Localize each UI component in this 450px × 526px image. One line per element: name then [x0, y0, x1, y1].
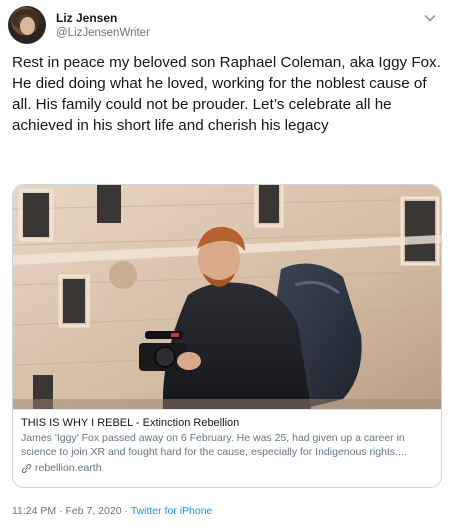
card-description: James 'Iggy' Fox passed away on 6 Februa… [21, 432, 407, 458]
tweet-header: Liz Jensen @LizJensenWriter [8, 6, 442, 46]
card-title[interactable]: THIS IS WHY I REBEL - Extinction Rebelli… [21, 416, 433, 430]
chevron-down-icon[interactable] [422, 10, 438, 26]
tweet-source-link[interactable]: Twitter for iPhone [131, 505, 213, 517]
card-meta[interactable]: THIS IS WHY I REBEL - Extinction Rebelli… [13, 409, 441, 487]
author-name[interactable]: Liz Jensen [56, 11, 117, 25]
card-image [13, 185, 441, 409]
link-icon [21, 463, 32, 473]
tweet-timestamp[interactable]: 11:24 PM · Feb 7, 2020 · [12, 505, 131, 517]
card-domain-label: rebellion.earth [35, 462, 102, 474]
tweet-footer: 11:24 PM · Feb 7, 2020 · Twitter for iPh… [12, 505, 212, 517]
link-card[interactable]: THIS IS WHY I REBEL - Extinction Rebelli… [12, 184, 442, 488]
avatar[interactable] [8, 6, 46, 44]
card-domain[interactable]: rebellion.earth [21, 461, 433, 475]
author-handle[interactable]: @LizJensenWriter [56, 27, 150, 39]
tweet-text: Rest in peace my beloved son Raphael Col… [12, 54, 441, 134]
